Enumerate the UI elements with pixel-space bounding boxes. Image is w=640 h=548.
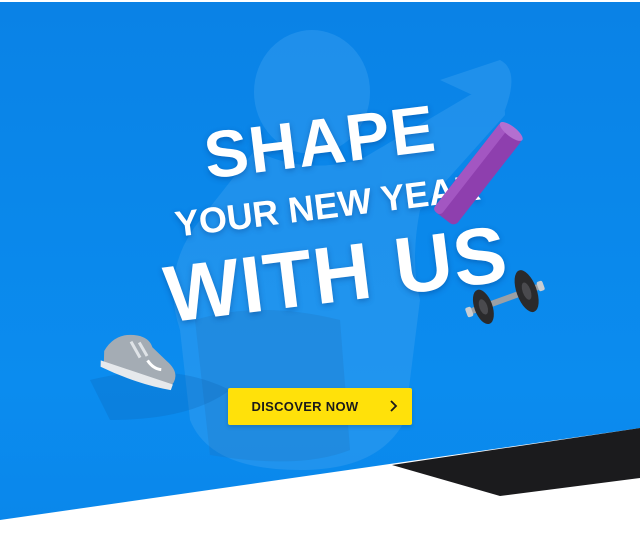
yoga-mat-icon bbox=[434, 122, 523, 225]
chevron-right-icon bbox=[390, 400, 398, 412]
discover-now-label: DISCOVER NOW bbox=[251, 399, 359, 414]
running-shoe-icon bbox=[100, 334, 176, 391]
top-strip bbox=[0, 0, 640, 2]
discover-now-button[interactable]: DISCOVER NOW bbox=[228, 388, 412, 425]
dumbbell-icon bbox=[465, 270, 545, 325]
promo-banner: SHAPE YOUR NEW YEAR WITH US DISCOVER NOW bbox=[0, 0, 640, 548]
